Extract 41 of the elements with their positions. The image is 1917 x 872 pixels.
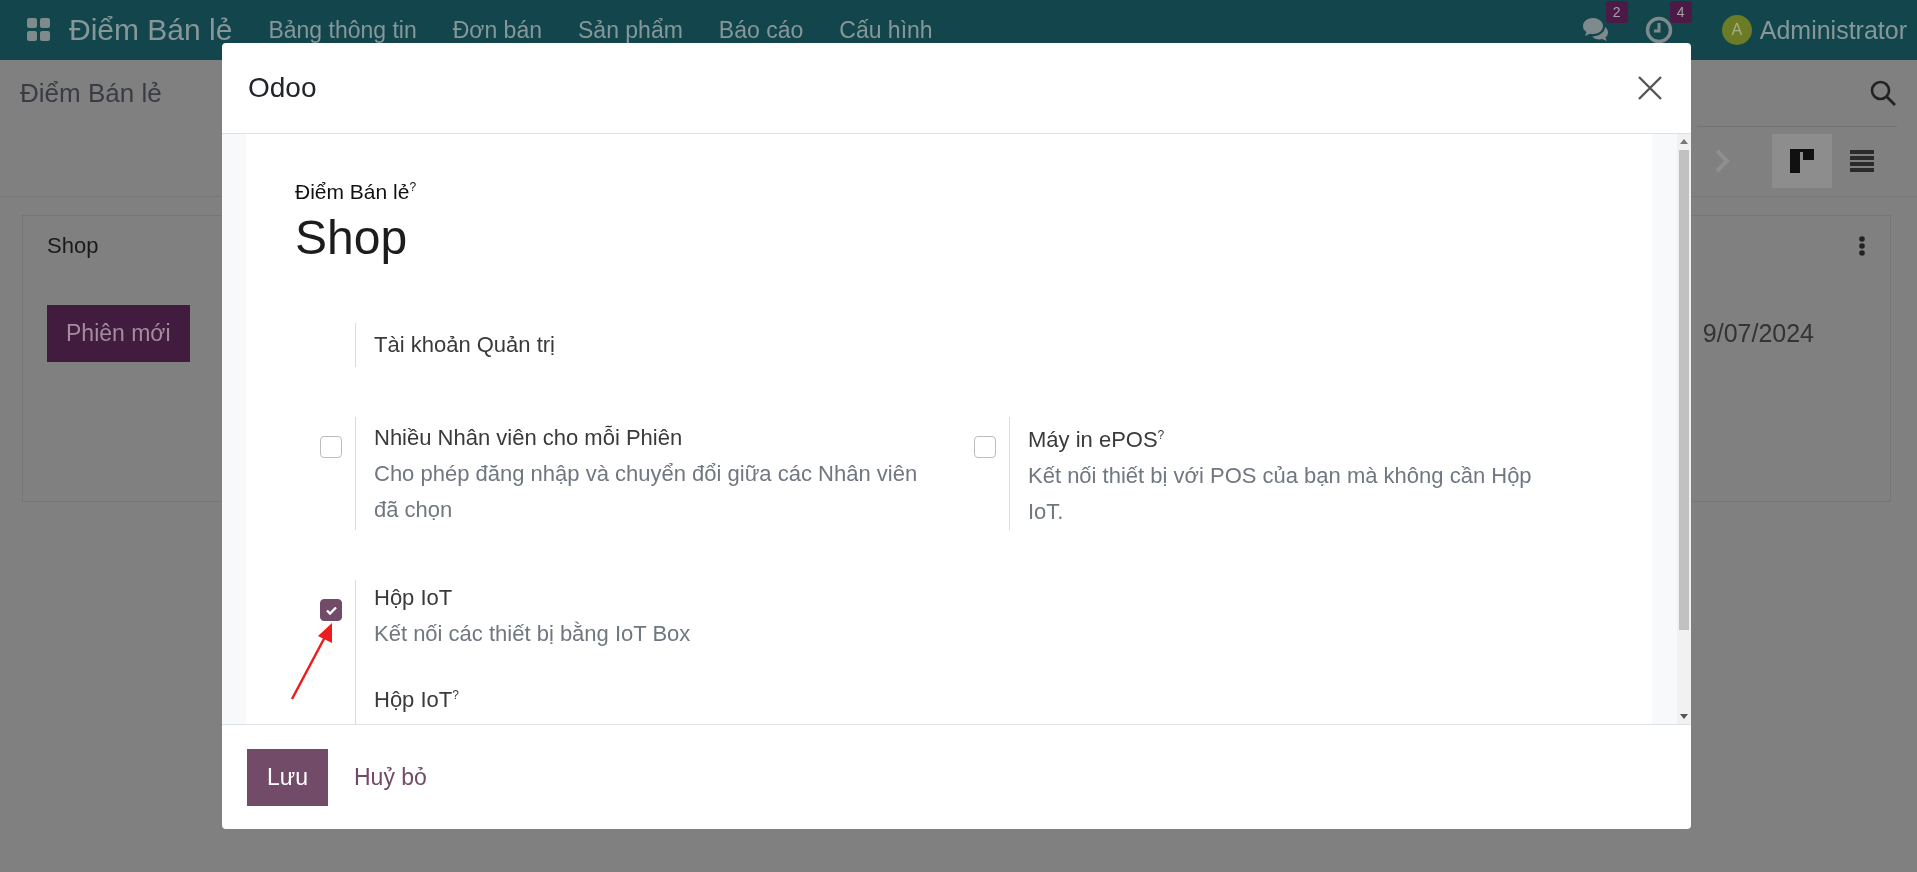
clock-icon[interactable] — [1643, 15, 1674, 45]
user-avatar[interactable]: A — [1721, 15, 1752, 45]
field-label: Điểm Bán lẻ$^{?}$ — [295, 179, 418, 205]
menu-item[interactable]: Bảng thông tin — [268, 16, 417, 44]
count-badge: 4 — [1669, 1, 1692, 23]
record-name: Shop — [295, 210, 409, 266]
apps-menu-icon[interactable] — [27, 18, 51, 42]
setting-title: Nhiều Nhân viên cho mỗi Phiên — [374, 423, 684, 452]
checkbox[interactable] — [974, 436, 996, 458]
scrollbar-thumb[interactable] — [1679, 150, 1689, 630]
list-icon — [1849, 148, 1875, 174]
cancel-button[interactable]: Huỷ bỏ — [354, 748, 427, 806]
field-label: Hộp IoT$^{?}$ — [374, 686, 460, 715]
menu-item[interactable]: Sản phẩm — [578, 16, 683, 44]
setting-description: Kết nối thiết bị với POS của bạn mà không cần Hộp IoT. — [1028, 462, 1533, 527]
dialog-title: Odoo — [248, 72, 317, 104]
checkbox[interactable] — [320, 599, 342, 622]
new-session-button[interactable]: Phiên mới — [47, 305, 190, 362]
more-options-icon[interactable] — [1858, 235, 1866, 257]
setting-title: Máy in ePOS$^{?}$ — [1028, 426, 1166, 455]
checkbox[interactable] — [320, 436, 342, 458]
save-button[interactable]: Lưu — [247, 748, 328, 806]
menu-item[interactable]: Đơn bán — [452, 16, 542, 44]
card-title: Shop — [47, 233, 99, 259]
session-date: 9/07/2024 — [1702, 319, 1814, 348]
count-badge: 2 — [1605, 1, 1628, 23]
scroll-down-icon[interactable] — [1680, 714, 1688, 720]
kanban-icon — [1789, 148, 1815, 174]
app-name: Điểm Bán lẻ — [69, 13, 233, 47]
setting-description: Kết nối các thiết bị bằng IoT Box — [374, 620, 692, 649]
scroll-up-icon[interactable] — [1680, 138, 1688, 144]
setting-title: Tài khoản Quản trị — [374, 331, 556, 359]
setting-description: Cho phép đăng nhập và chuyển đổi giữa các Nhân viên đã chọn — [374, 459, 919, 524]
setting-title: Hộp IoT — [374, 584, 454, 613]
search-icon[interactable] — [1869, 78, 1897, 107]
breadcrumb[interactable]: Điểm Bán lẻ — [20, 77, 162, 109]
menu-item[interactable]: Báo cáo — [718, 16, 804, 44]
user-name[interactable]: Administrator — [1759, 15, 1907, 45]
menu-item[interactable]: Cấu hình — [839, 16, 933, 44]
scrollbar[interactable] — [1677, 134, 1691, 724]
kanban-view-button[interactable] — [1772, 134, 1832, 188]
